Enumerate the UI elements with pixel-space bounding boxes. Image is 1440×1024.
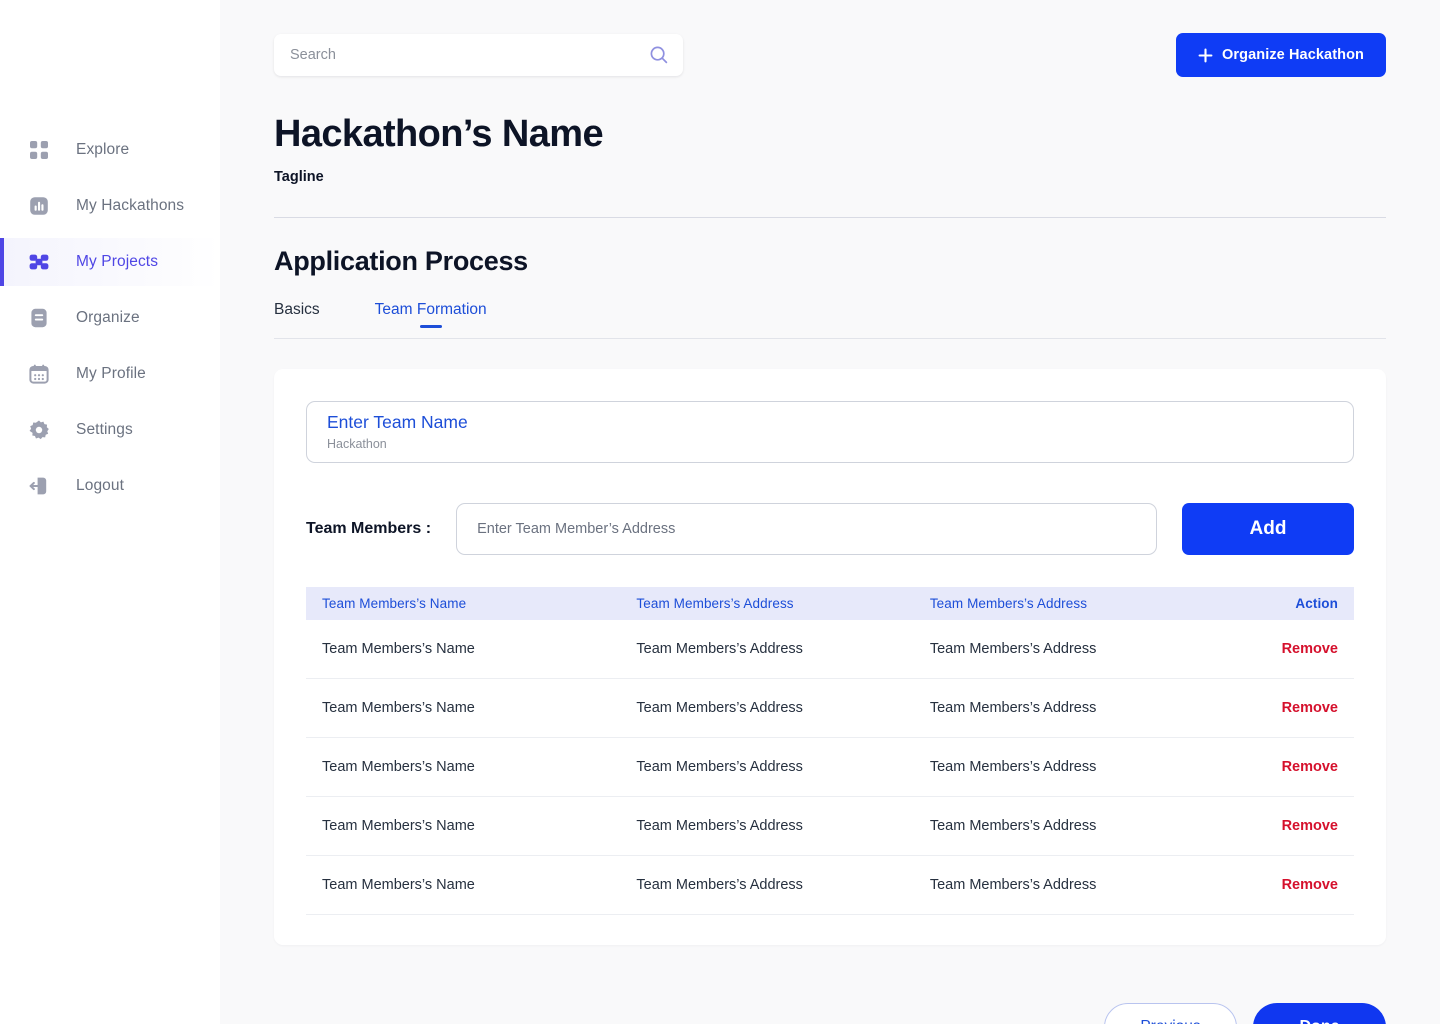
grid-icon [28,139,50,161]
team-name-label: Enter Team Name [327,411,468,432]
column-header-address2: Team Members’s Address [913,586,1208,620]
main-content: Organize Hackathon Hackathon’s Name Tagl… [220,0,1440,1024]
sidebar-item-label: Organize [76,309,140,326]
search-icon[interactable] [649,45,669,65]
cell-name: Team Members’s Name [306,737,621,797]
organize-hackathon-button[interactable]: Organize Hackathon [1176,33,1386,77]
team-name-field[interactable]: Enter Team Name Hackathon [306,400,1354,463]
calendar-icon [28,363,50,385]
tab-bar: Basics Team Formation [274,301,1386,339]
tab-basics[interactable]: Basics [274,301,320,325]
cell-action: Remove [1207,855,1354,915]
sidebar-item-my-hackathons[interactable]: My Hackathons [0,182,220,230]
remove-link[interactable]: Remove [1282,700,1338,716]
cell-address2: Team Members’s Address [913,796,1208,856]
add-member-button[interactable]: Add [1182,502,1354,555]
sidebar-item-my-projects[interactable]: My Projects [0,238,220,286]
done-button[interactable]: Done [1253,1002,1386,1024]
previous-button[interactable]: Previous [1104,1002,1237,1024]
table-body: Team Members’s Name Team Members’s Addre… [306,619,1354,915]
organize-hackathon-label: Organize Hackathon [1222,47,1364,63]
cell-action: Remove [1207,796,1354,856]
team-name-value: Hackathon [327,436,387,451]
search-input[interactable] [290,47,649,63]
sidebar-item-organize[interactable]: Organize [0,294,220,342]
section-title: Application Process [274,245,528,276]
team-member-address-input[interactable] [456,502,1157,555]
header-divider [274,216,1386,218]
cell-action: Remove [1207,678,1354,738]
cell-address1: Team Members’s Address [620,678,914,738]
table-row: Team Members’s Name Team Members’s Addre… [306,619,1354,679]
table-row: Team Members’s Name Team Members’s Addre… [306,796,1354,856]
sidebar-item-label: Settings [76,421,133,438]
sidebar-item-my-profile[interactable]: My Profile [0,350,220,398]
plus-icon [1198,48,1213,63]
cell-name: Team Members’s Name [306,855,621,915]
table-row: Team Members’s Name Team Members’s Addre… [306,678,1354,738]
table-header-row: Team Members’s Name Team Members’s Addre… [306,586,1354,620]
cell-action: Remove [1207,619,1354,679]
team-members-table: Team Members’s Name Team Members’s Addre… [306,586,1354,915]
logout-icon [28,475,50,497]
remove-link[interactable]: Remove [1282,641,1338,657]
app-root: Explore My Hackathons My Projects Organi… [0,0,1440,1024]
puzzle-icon [28,251,50,273]
cell-address1: Team Members’s Address [620,796,914,856]
column-header-action: Action [1207,586,1354,620]
remove-link[interactable]: Remove [1282,818,1338,834]
team-members-label: Team Members : [306,519,432,537]
sidebar-item-explore[interactable]: Explore [0,126,220,174]
cell-name: Team Members’s Name [306,796,621,856]
sidebar: Explore My Hackathons My Projects Organi… [0,0,220,1024]
document-icon [28,307,50,329]
footer-actions: Previous Done [274,1002,1386,1024]
cell-address1: Team Members’s Address [620,855,914,915]
cell-address1: Team Members’s Address [620,737,914,797]
cell-address2: Team Members’s Address [913,737,1208,797]
cell-address2: Team Members’s Address [913,855,1208,915]
sidebar-item-settings[interactable]: Settings [0,406,220,454]
sidebar-item-logout[interactable]: Logout [0,462,220,510]
gear-icon [28,419,50,441]
table-row: Team Members’s Name Team Members’s Addre… [306,855,1354,915]
sidebar-item-label: My Projects [76,253,159,270]
table-header: Team Members’s Name Team Members’s Addre… [306,586,1354,620]
remove-link[interactable]: Remove [1282,759,1338,775]
page-tagline: Tagline [274,168,324,185]
cell-address2: Team Members’s Address [913,678,1208,738]
page-title: Hackathon’s Name [274,113,604,155]
remove-link[interactable]: Remove [1282,877,1338,893]
table-row: Team Members’s Name Team Members’s Addre… [306,737,1354,797]
topbar: Organize Hackathon [274,0,1386,77]
sidebar-item-label: My Hackathons [76,197,185,214]
team-members-row: Team Members : Add [306,502,1354,555]
sidebar-item-label: Explore [76,141,130,158]
column-header-address1: Team Members’s Address [620,586,914,620]
column-header-name: Team Members’s Name [306,586,621,620]
sidebar-item-label: My Profile [76,365,146,382]
cell-address2: Team Members’s Address [913,619,1208,679]
chart-icon [28,195,50,217]
search-box[interactable] [274,34,683,76]
cell-name: Team Members’s Name [306,678,621,738]
cell-action: Remove [1207,737,1354,797]
sidebar-item-label: Logout [76,477,125,494]
cell-address1: Team Members’s Address [620,619,914,679]
team-formation-card: Enter Team Name Hackathon Team Members :… [274,368,1386,945]
cell-name: Team Members’s Name [306,619,621,679]
tab-team-formation[interactable]: Team Formation [375,301,487,325]
